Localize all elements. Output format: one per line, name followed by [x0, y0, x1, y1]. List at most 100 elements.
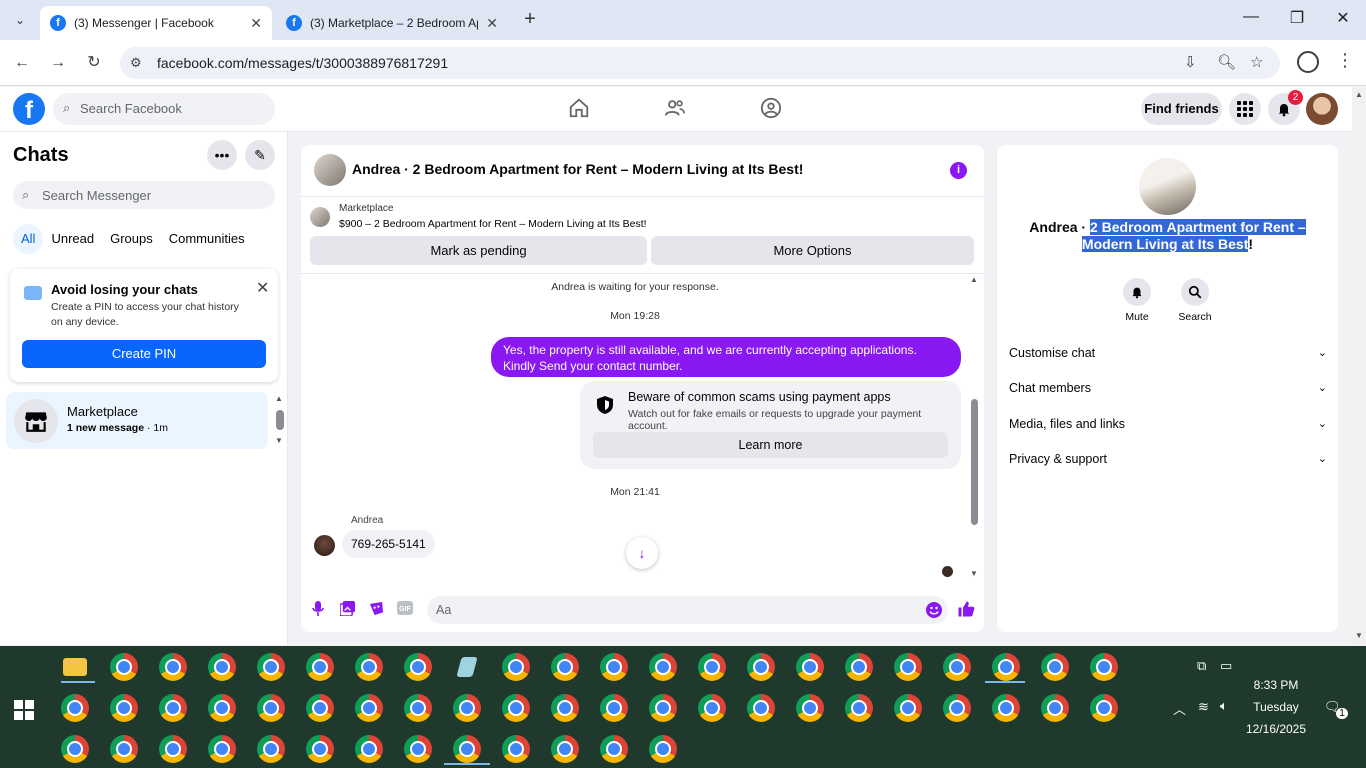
- chrome-icon[interactable]: [698, 653, 726, 681]
- chrome-icon[interactable]: [551, 735, 579, 763]
- scroll-to-bottom-icon[interactable]: ↓: [626, 537, 658, 569]
- chrome-icon[interactable]: [551, 653, 579, 681]
- tab-messenger[interactable]: f (3) Messenger | Facebook ✕: [40, 6, 272, 40]
- groups-icon[interactable]: [758, 97, 784, 123]
- chrome-icon[interactable]: [306, 735, 334, 763]
- message-input[interactable]: Aa: [427, 596, 948, 624]
- chat-list-scrollbar[interactable]: ▲ ▼: [275, 394, 285, 446]
- chrome-icon[interactable]: [355, 653, 383, 681]
- chrome-icon[interactable]: [208, 694, 236, 722]
- tab-search-icon[interactable]: ⌄: [8, 8, 32, 32]
- show-hidden-icons-icon[interactable]: ︿: [1173, 699, 1186, 718]
- chrome-icon[interactable]: [159, 735, 187, 763]
- chrome-icon[interactable]: [404, 653, 432, 681]
- sender-avatar[interactable]: [314, 535, 335, 556]
- chrome-icon[interactable]: [404, 735, 432, 763]
- clock-time[interactable]: 8:33 PM: [1240, 678, 1312, 692]
- chrome-icon[interactable]: [1090, 694, 1118, 722]
- section-customise-chat[interactable]: Customise chat ⌄: [1009, 346, 1327, 366]
- more-options-icon[interactable]: •••: [207, 140, 237, 170]
- chrome-icon[interactable]: [257, 653, 285, 681]
- chrome-icon[interactable]: [159, 653, 187, 681]
- chrome-icon[interactable]: [61, 694, 89, 722]
- listing-title[interactable]: $900 – 2 Bedroom Apartment for Rent – Mo…: [339, 218, 647, 230]
- new-tab-icon[interactable]: +: [520, 9, 540, 30]
- microphone-icon[interactable]: [309, 601, 327, 619]
- chrome-icon[interactable]: [502, 694, 530, 722]
- chrome-icon[interactable]: [355, 735, 383, 763]
- find-friends-button[interactable]: Find friends: [1141, 93, 1222, 125]
- new-message-icon[interactable]: ✎: [245, 140, 275, 170]
- chrome-icon[interactable]: [943, 653, 971, 681]
- chrome-icon[interactable]: [845, 653, 873, 681]
- chrome-icon[interactable]: [992, 653, 1020, 681]
- home-icon[interactable]: [566, 97, 592, 123]
- chrome-icon[interactable]: [453, 735, 481, 763]
- chrome-icon[interactable]: [649, 694, 677, 722]
- info-icon[interactable]: i: [950, 162, 967, 179]
- close-icon[interactable]: ✕: [250, 15, 262, 32]
- meet-now-icon[interactable]: ⧉: [1197, 658, 1206, 674]
- profile-icon[interactable]: [1297, 51, 1319, 73]
- tab-marketplace[interactable]: f (3) Marketplace – 2 Bedroom Ap ✕: [276, 6, 508, 40]
- filter-groups[interactable]: Groups: [102, 224, 161, 254]
- chrome-icon[interactable]: [943, 694, 971, 722]
- chrome-icon[interactable]: [747, 694, 775, 722]
- battery-icon[interactable]: ▭: [1220, 658, 1232, 674]
- conversation-title[interactable]: Andrea · 2 Bedroom Apartment for Rent – …: [352, 161, 803, 177]
- chrome-icon[interactable]: [894, 653, 922, 681]
- conversation-avatar[interactable]: [314, 154, 346, 186]
- scroll-thumb[interactable]: [276, 410, 284, 430]
- window-close-icon[interactable]: ✕: [1328, 8, 1358, 28]
- chrome-icon[interactable]: [306, 694, 334, 722]
- scroll-thumb[interactable]: [971, 399, 978, 525]
- chrome-icon[interactable]: [796, 653, 824, 681]
- thumbs-up-icon[interactable]: [957, 600, 975, 623]
- outgoing-message[interactable]: Yes, the property is still available, an…: [491, 337, 961, 377]
- chrome-icon[interactable]: [257, 694, 285, 722]
- chrome-icon[interactable]: [159, 694, 187, 722]
- minimize-icon[interactable]: —: [1236, 8, 1266, 26]
- browser-menu-icon[interactable]: ⋮: [1336, 50, 1354, 71]
- chrome-icon[interactable]: [1090, 653, 1118, 681]
- chrome-icon[interactable]: [600, 653, 628, 681]
- filter-unread[interactable]: Unread: [43, 224, 102, 254]
- thread-scrollbar[interactable]: ▲ ▼: [969, 275, 981, 581]
- search-button[interactable]: Search: [1170, 278, 1220, 323]
- chrome-icon[interactable]: [698, 694, 726, 722]
- chrome-icon[interactable]: [355, 694, 383, 722]
- scroll-up-icon[interactable]: ▲: [1355, 90, 1363, 99]
- install-app-icon[interactable]: ⇩: [1184, 53, 1197, 71]
- gif-icon[interactable]: GIF: [396, 601, 414, 619]
- chrome-icon[interactable]: [1041, 694, 1069, 722]
- filter-all[interactable]: All: [13, 224, 44, 254]
- url-bar[interactable]: ⚙ facebook.com/messages/t/30003889768172…: [120, 47, 1280, 79]
- forward-icon[interactable]: →: [47, 52, 69, 74]
- scroll-down-icon[interactable]: ▼: [970, 569, 978, 578]
- chrome-icon[interactable]: [110, 653, 138, 681]
- chrome-icon[interactable]: [502, 735, 530, 763]
- chrome-icon[interactable]: [110, 735, 138, 763]
- chrome-icon[interactable]: [502, 653, 530, 681]
- volume-icon[interactable]: 🔈︎: [1220, 698, 1228, 714]
- learn-more-button[interactable]: Learn more: [593, 432, 948, 458]
- mute-button[interactable]: Mute: [1112, 278, 1162, 323]
- wifi-icon[interactable]: ≋: [1198, 699, 1209, 715]
- bookmark-star-icon[interactable]: ☆: [1250, 53, 1263, 71]
- chrome-icon[interactable]: [649, 735, 677, 763]
- emoji-icon[interactable]: [926, 602, 942, 618]
- messenger-search-input[interactable]: ⌕ Search Messenger: [13, 181, 275, 209]
- facebook-search-input[interactable]: ⌕ Search Facebook: [53, 93, 275, 125]
- create-pin-button[interactable]: Create PIN: [22, 340, 266, 368]
- mark-as-pending-button[interactable]: Mark as pending: [310, 236, 647, 265]
- chrome-icon[interactable]: [894, 694, 922, 722]
- chrome-icon[interactable]: [551, 694, 579, 722]
- back-icon[interactable]: ←: [11, 52, 33, 74]
- chrome-icon[interactable]: [306, 653, 334, 681]
- chrome-icon[interactable]: [208, 735, 236, 763]
- zoom-icon[interactable]: 🔍︎: [1217, 53, 1236, 71]
- chat-list-item[interactable]: Marketplace 1 new message · 1m: [6, 392, 268, 449]
- scroll-up-icon[interactable]: ▲: [970, 275, 978, 284]
- chrome-icon[interactable]: [61, 735, 89, 763]
- restore-icon[interactable]: ❐: [1282, 8, 1312, 28]
